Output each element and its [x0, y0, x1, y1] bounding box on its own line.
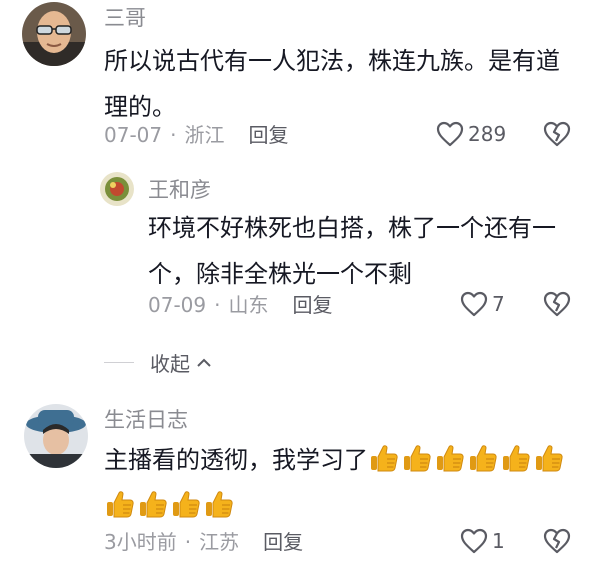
comment-text: 主播看的透彻，我学习了: [104, 437, 584, 529]
comment-date: 07-09: [148, 293, 207, 317]
heart-icon: [436, 121, 464, 147]
thumbs-up-emoji: [503, 445, 530, 472]
avatar-image: [100, 172, 134, 206]
avatar[interactable]: [100, 172, 134, 206]
avatar[interactable]: [24, 404, 88, 468]
thumbs-up-emoji: [206, 491, 233, 518]
like-button[interactable]: 289: [436, 121, 506, 147]
comment-date: 3小时前: [104, 530, 177, 554]
comment-text-body: 主播看的透彻，我学习了: [104, 446, 368, 474]
dislike-button[interactable]: [543, 121, 571, 151]
comment-date: 07-07: [104, 123, 163, 147]
meta-separator: ·: [170, 123, 177, 147]
comment-username[interactable]: 三哥: [104, 8, 146, 29]
broken-heart-icon: [543, 121, 571, 147]
comment-username[interactable]: 生活日志: [104, 410, 188, 431]
broken-heart-icon: [543, 291, 571, 317]
comment-username[interactable]: 王和彦: [148, 180, 211, 201]
thumbs-up-emoji: [140, 491, 167, 518]
heart-icon: [460, 528, 488, 554]
chevron-up-icon: [197, 358, 211, 367]
thumbs-up-emoji: [107, 491, 134, 518]
collapse-label: 收起: [150, 352, 190, 376]
reply-button[interactable]: 回复: [263, 532, 303, 552]
thumbs-up-emoji: [536, 445, 563, 472]
avatar-image: [24, 404, 88, 468]
meta-separator: ·: [184, 530, 192, 554]
like-count: 289: [468, 122, 507, 146]
comment-location: 山东: [228, 293, 269, 317]
divider: [104, 362, 134, 363]
thumbs-up-emoji: [437, 445, 464, 472]
collapse-replies-button[interactable]: 收起: [104, 348, 212, 377]
comment-meta: 07-07 · 浙江 回复: [104, 125, 288, 145]
thumbs-up-emoji: [173, 491, 200, 518]
like-count: 1: [492, 529, 505, 553]
heart-icon: [460, 291, 488, 317]
avatar-image: [22, 2, 86, 66]
reply-button[interactable]: 回复: [292, 295, 332, 315]
comment-text: 所以说古代有一人犯法，株连九族。是有道理的。: [104, 47, 560, 121]
reply-button[interactable]: 回复: [248, 125, 288, 145]
thumbs-up-emoji: [470, 445, 497, 472]
comment-location: 浙江: [184, 123, 225, 147]
comment-location: 江苏: [199, 530, 240, 554]
avatar[interactable]: [22, 2, 86, 66]
comment-meta: 3小时前 · 江苏 回复: [104, 532, 303, 552]
dislike-button[interactable]: [543, 528, 571, 558]
thumbs-up-emoji: [404, 445, 431, 472]
like-button[interactable]: 7: [460, 291, 505, 317]
comment-text: 环境不好株死也白搭，株了一个还有一个，除非全株光一个不剩: [148, 214, 556, 288]
thumbs-up-emoji: [371, 445, 398, 472]
like-count: 7: [492, 292, 505, 316]
broken-heart-icon: [543, 528, 571, 554]
like-button[interactable]: 1: [460, 528, 505, 554]
comment-meta: 07-09 · 山东 回复: [148, 295, 332, 315]
meta-separator: ·: [214, 293, 221, 317]
dislike-button[interactable]: [543, 291, 571, 321]
